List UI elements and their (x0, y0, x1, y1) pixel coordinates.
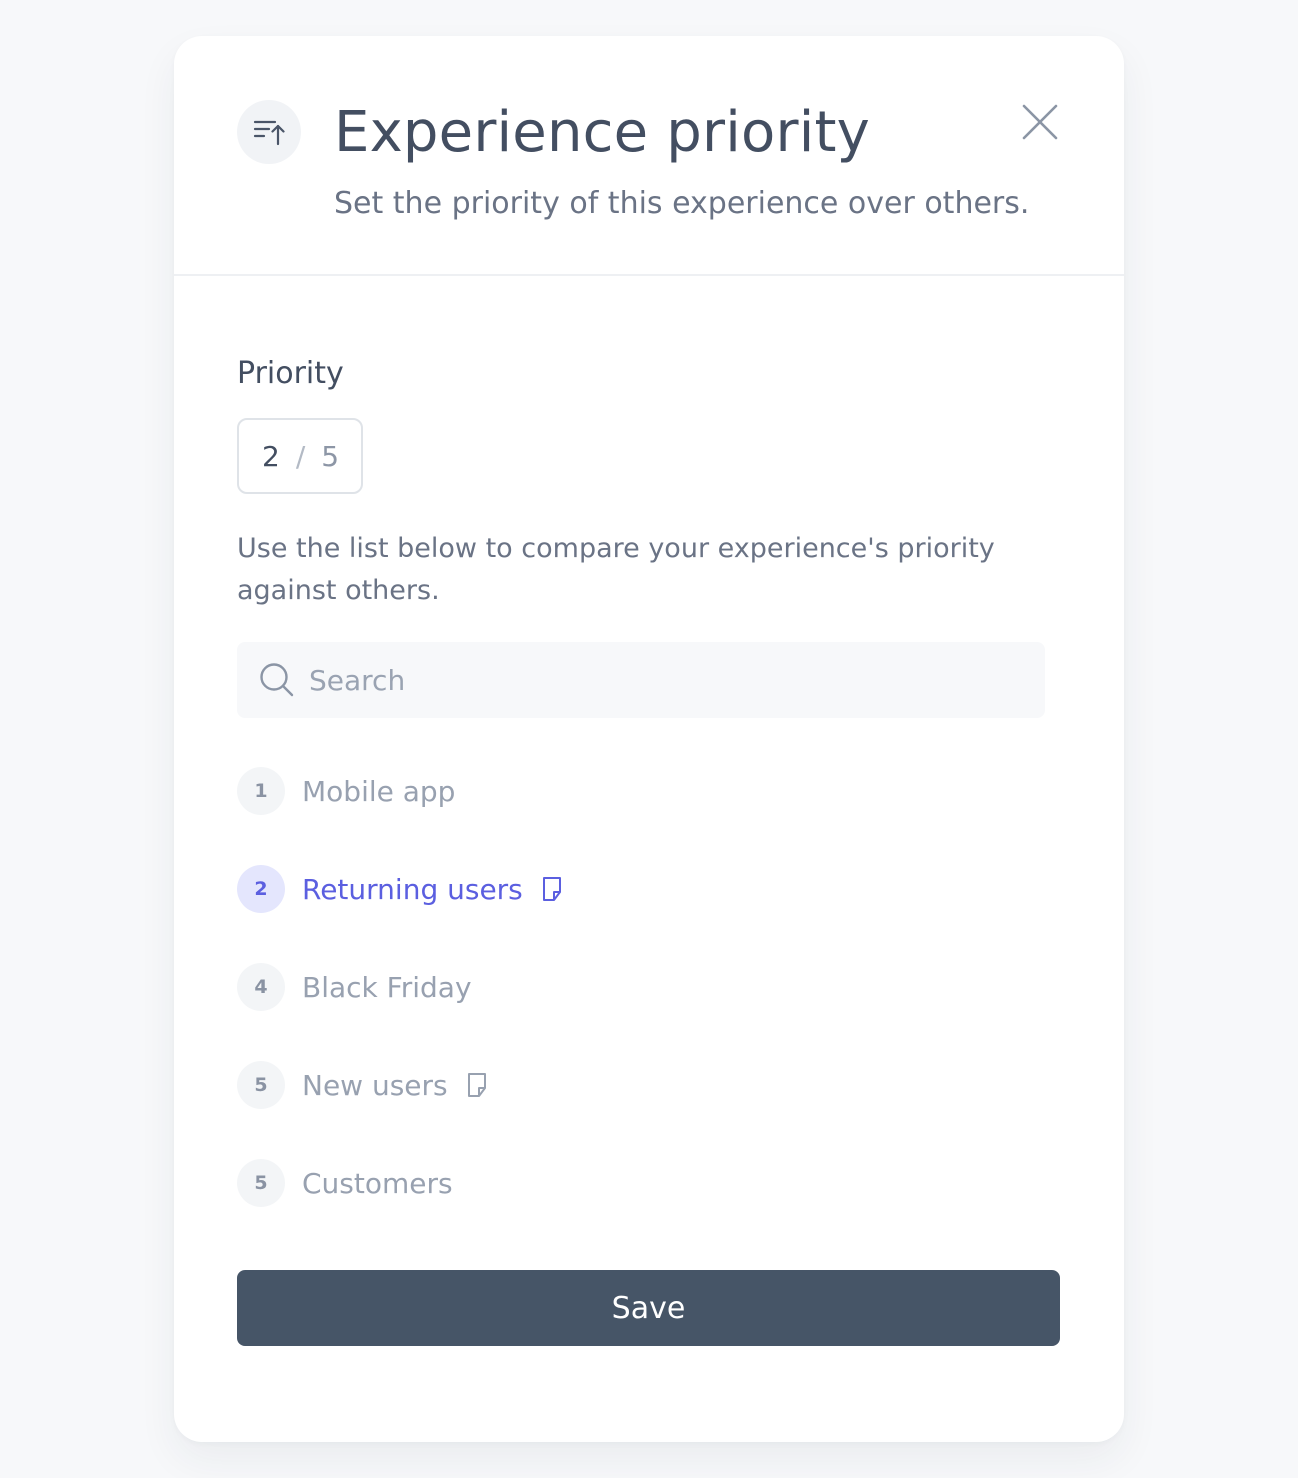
list-item[interactable]: 2 Returning users (237, 864, 563, 914)
list-item-label: Mobile app (302, 774, 456, 808)
search-field[interactable] (237, 642, 1045, 718)
search-icon (259, 662, 295, 698)
list-item-label: New users (302, 1068, 448, 1102)
list-item-label: Customers (302, 1166, 453, 1200)
sort-priority-up-icon (237, 100, 301, 164)
priority-current-value[interactable]: 2 (262, 440, 280, 473)
close-icon (1022, 104, 1058, 140)
note-icon[interactable] (541, 876, 563, 902)
page-subtitle: Set the priority of this experience over… (334, 186, 1030, 221)
note-icon[interactable] (466, 1072, 488, 1098)
page-title: Experience priority (334, 100, 870, 165)
modal-header: Experience priority Set the priority of … (174, 36, 1124, 276)
priority-separator: / (295, 439, 306, 473)
list-item-label: Returning users (302, 872, 523, 906)
priority-label: Priority (237, 356, 344, 391)
rank-badge: 5 (237, 1061, 285, 1109)
rank-badge: 4 (237, 963, 285, 1011)
list-item[interactable]: 1 Mobile app (237, 766, 455, 816)
priority-stepper[interactable]: 2 / 5 (237, 418, 363, 494)
rank-badge: 5 (237, 1159, 285, 1207)
priority-total: 5 (321, 439, 340, 473)
experience-priority-modal: Experience priority Set the priority of … (174, 36, 1124, 1442)
list-item-label: Black Friday (302, 970, 472, 1004)
close-button[interactable] (1020, 102, 1060, 142)
search-input[interactable] (309, 642, 1029, 718)
rank-badge: 1 (237, 767, 285, 815)
save-button[interactable]: Save (237, 1270, 1060, 1346)
list-item[interactable]: 5 Customers (237, 1158, 453, 1208)
helper-text: Use the list below to compare your exper… (237, 533, 995, 606)
list-item[interactable]: 5 New users (237, 1060, 488, 1110)
list-item[interactable]: 4 Black Friday (237, 962, 472, 1012)
rank-badge: 2 (237, 865, 285, 913)
